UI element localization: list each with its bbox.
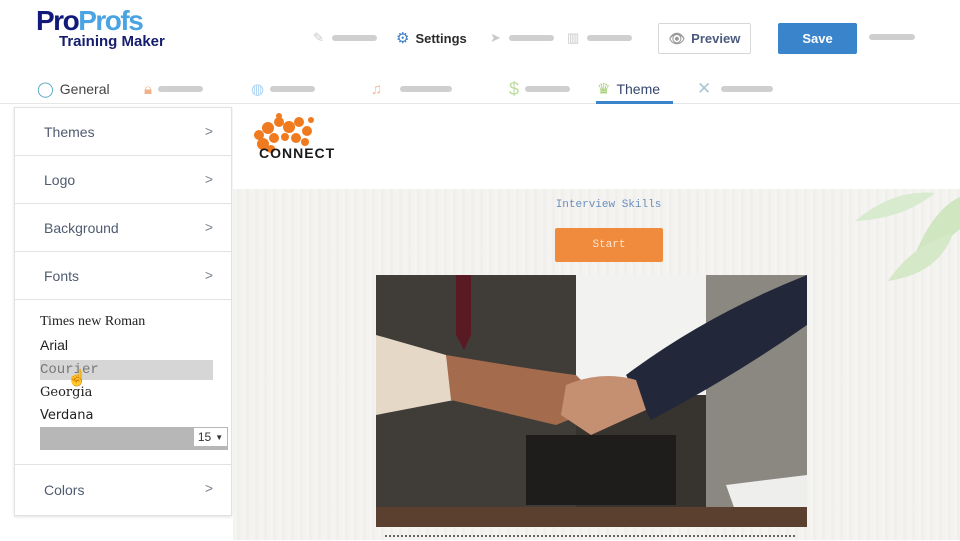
tab-notifications[interactable]: ♫ [371,74,453,104]
font-size-value: 15 [197,430,212,444]
theme-sidebar: Themes > Logo > Background > Fonts > Tim… [14,107,251,516]
course-title: Interview Skills [555,199,662,211]
font-option-courier[interactable]: Courier [40,360,213,380]
sidebar-item-background[interactable]: Background > [15,204,231,252]
bell-icon: ♫ [371,80,383,98]
font-option-times[interactable]: Times new Roman [40,312,213,332]
globe-icon: ◍ [251,81,265,98]
font-option-georgia[interactable]: Georgia [40,383,213,403]
sidebar-item-label: Themes [44,123,95,140]
font-option-arial[interactable]: Arial [40,335,213,355]
brand-name: CONNECT [259,145,336,161]
user-menu-placeholder[interactable] [869,34,915,40]
start-button[interactable]: Start [555,228,663,262]
save-button[interactable]: Save [778,23,857,54]
tab-general-label: General [59,81,110,97]
logo-subtitle: Training Maker [59,33,165,50]
tab-language[interactable]: ◍ [251,74,316,104]
lock-icon: 🔒︎ [144,80,152,98]
tools-icon: ✕ [697,79,712,98]
check-circle-icon: ◯ [37,81,54,98]
sidebar-item-colors[interactable]: Colors > [15,465,231,515]
tab-security[interactable]: 🔒︎ [144,74,203,104]
logo-profs: Profs [78,5,144,36]
sidebar-item-themes[interactable]: Themes > [15,108,231,156]
tab-label-placeholder [400,86,453,92]
settings-tabs: ◯ General 🔒︎ ◍ ♫ $ ♛ Theme ✕ [0,74,960,104]
font-size-select[interactable]: 15 ▼ [194,428,227,446]
handshake-photo-icon [376,275,807,527]
course-landing: Interview Skills Start [233,189,960,540]
tab-label-placeholder [525,86,571,92]
chevron-right-icon: > [204,123,213,139]
paper-plane-icon: ➤ [490,30,501,45]
logo-pro: Pro [36,5,80,36]
tab-theme-label: Theme [616,81,661,97]
tab-label-placeholder [157,86,203,92]
sidebar-item-logo[interactable]: Logo > [15,156,231,204]
step-label-placeholder [587,35,633,41]
theme-brush-icon: ♛ [597,81,611,98]
step-edit[interactable]: ✎ [313,29,377,47]
tab-general[interactable]: ◯ General [37,74,110,104]
dollar-icon: $ [509,78,520,99]
tab-label-placeholder [270,86,316,92]
fonts-panel: Times new Roman Arial Courier Georgia Ve… [15,300,251,465]
step-label-placeholder [508,35,554,41]
sidebar-item-label: Logo [44,171,76,188]
pencil-icon: ✎ [313,30,324,45]
step-settings-label: Settings [415,30,467,46]
tab-theme[interactable]: ♛ Theme [597,74,660,104]
bar-chart-icon: ▥ [567,30,580,45]
step-reports[interactable]: ▥ [567,29,633,47]
sidebar-item-label: Background [44,219,119,236]
step-settings[interactable]: ⚙ Settings [396,29,467,47]
eye-icon: 👁 [668,30,686,46]
theme-preview: CONNECT Interview Skills Start [233,105,960,540]
proprofs-logo: ProProfs Training Maker [36,5,165,50]
preview-button[interactable]: 👁 Preview [658,23,751,54]
top-bar: ProProfs Training Maker ✎ ⚙ Settings ➤ ▥… [0,0,960,74]
hand-cursor-icon: ☝ [67,370,87,387]
step-label-placeholder [331,35,377,41]
font-size-bar: 15 ▼ [40,427,228,450]
tab-advanced[interactable]: ✕ [697,74,774,104]
sidebar-item-label: Colors [44,482,85,498]
chevron-right-icon: > [204,267,213,283]
chevron-right-icon: > [204,219,213,235]
font-option-verdana[interactable]: Verdana [40,406,213,426]
sidebar-item-label: Fonts [44,267,80,284]
course-description [385,535,795,541]
chevron-right-icon: > [204,480,213,496]
tab-label-placeholder [721,86,774,92]
active-tab-indicator [596,101,673,104]
sidebar-item-fonts[interactable]: Fonts > [15,252,231,300]
step-publish[interactable]: ➤ [490,29,554,47]
gear-icon: ⚙ [396,30,410,47]
preview-label: Preview [691,31,741,46]
chevron-right-icon: > [204,171,213,187]
dropdown-arrow-icon: ▼ [215,432,224,442]
tab-ecommerce[interactable]: $ [509,74,571,104]
course-cover-image [376,275,807,527]
